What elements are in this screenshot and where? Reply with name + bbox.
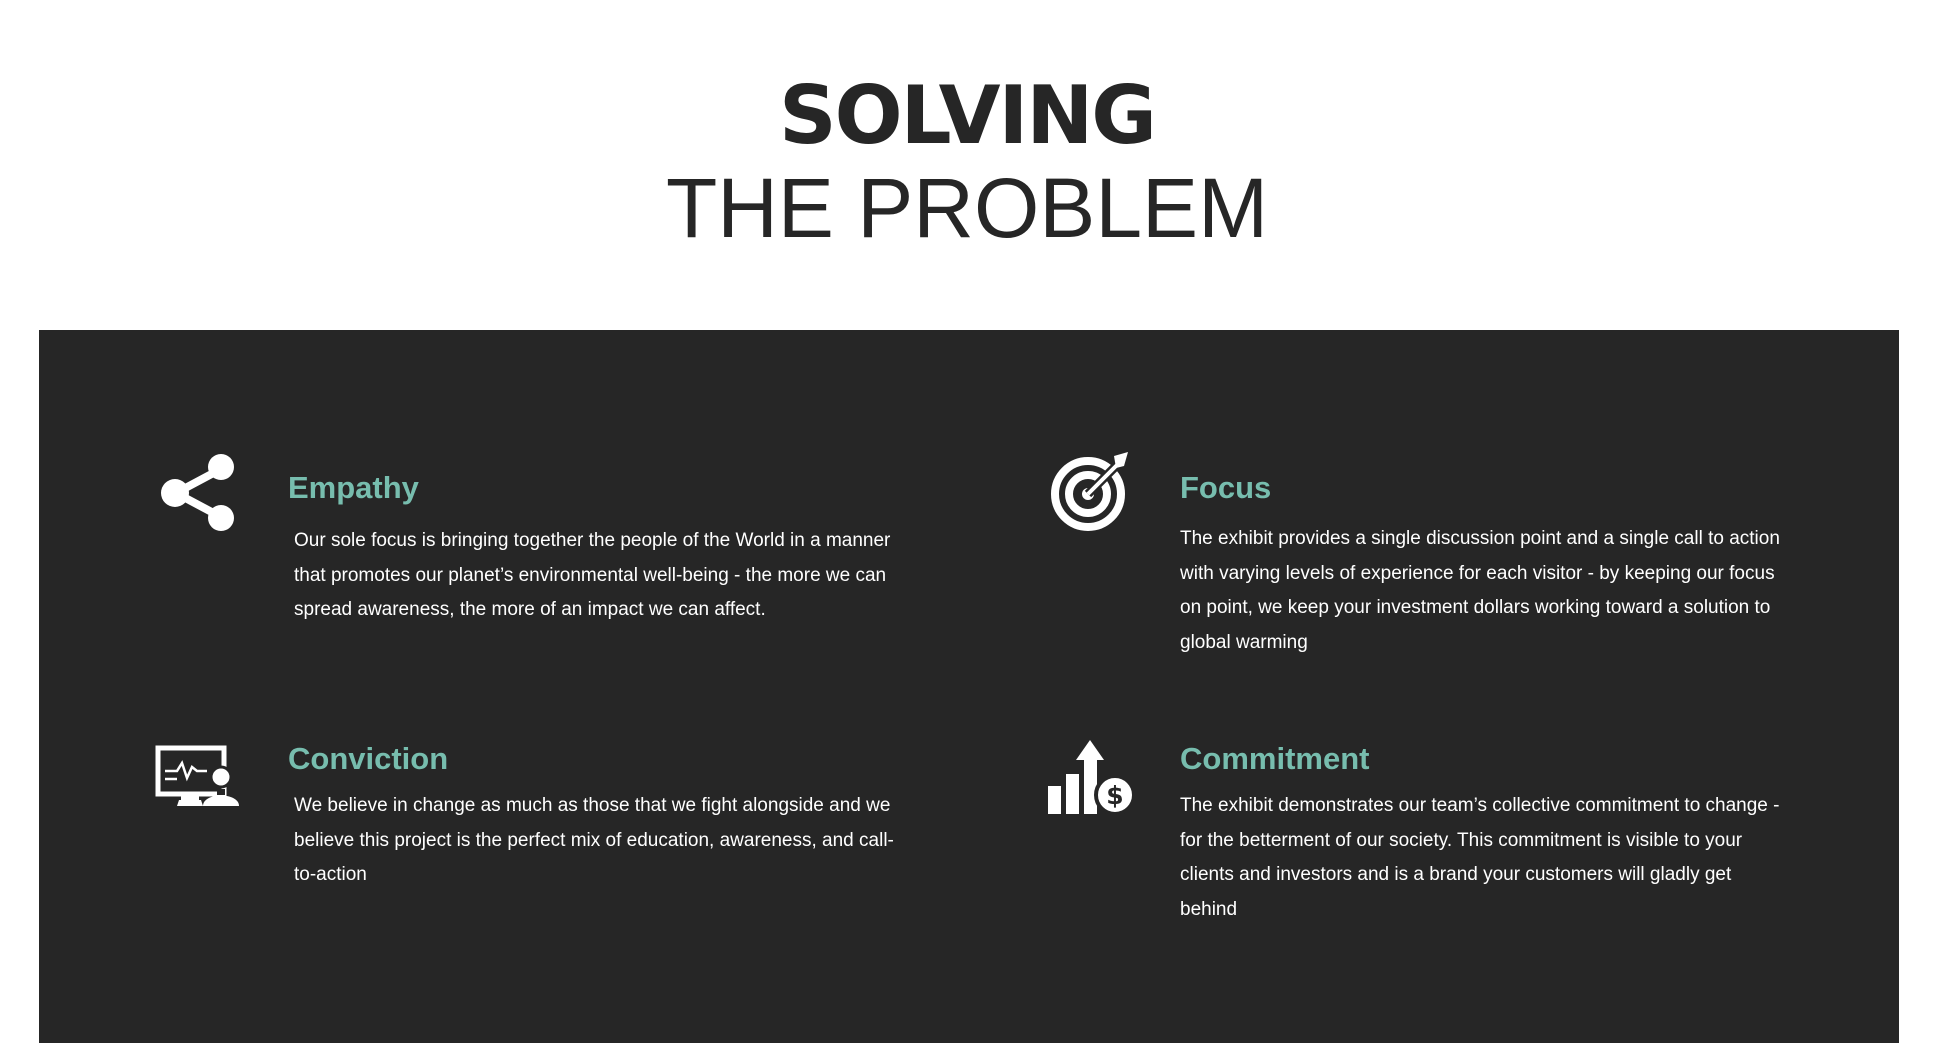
feature-body: The exhibit demonstrates our team’s coll… (1180, 795, 1780, 920)
feature-body: Our sole focus is bringing together the … (294, 530, 891, 620)
feature-body: The exhibit provides a single discussion… (1180, 528, 1780, 653)
feature-heading: Commitment (1180, 741, 1370, 776)
feature-heading: Empathy (288, 470, 419, 505)
svg-text:$: $ (1106, 781, 1123, 810)
target-icon (1050, 450, 1134, 539)
growth-chart-dollar-icon: $ (1046, 740, 1136, 821)
monitor-presenter-icon (155, 745, 241, 812)
share-icon (158, 452, 240, 539)
feature-heading: Conviction (288, 741, 449, 776)
page-title: SOLVING THE PROBLEM (0, 69, 1934, 255)
title-line-solving: SOLVING (779, 69, 1157, 162)
features-panel (39, 330, 1899, 1043)
feature-body: We believe in change as much as those th… (294, 795, 894, 885)
feature-heading: Focus (1180, 470, 1272, 505)
title-line-the-problem: THE PROBLEM (665, 161, 1269, 255)
